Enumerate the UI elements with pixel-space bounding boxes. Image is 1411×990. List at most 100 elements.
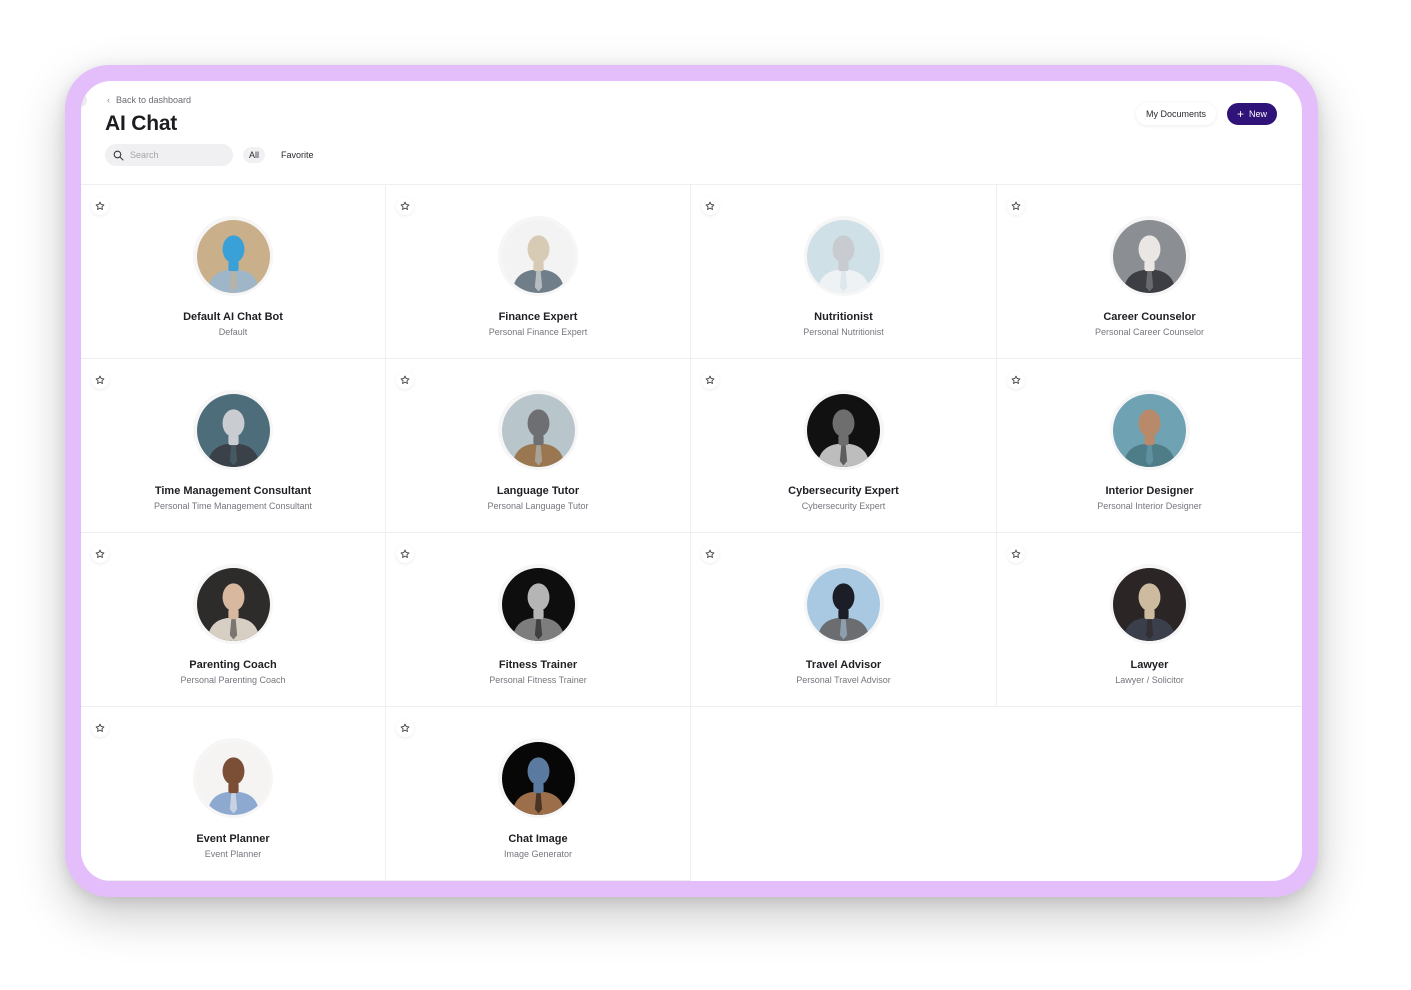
avatar <box>196 567 270 641</box>
assistant-card[interactable]: Fitness Trainer Personal Fitness Trainer <box>386 533 691 707</box>
assistant-title: Default AI Chat Bot <box>183 311 283 323</box>
assistant-subtitle: Personal Nutritionist <box>803 327 884 337</box>
assistant-card[interactable]: Interior Designer Personal Interior Desi… <box>997 359 1302 533</box>
new-button[interactable]: + New <box>1226 103 1277 125</box>
avatar-ring <box>803 390 884 470</box>
avatar-ring <box>498 390 578 470</box>
avatar <box>501 741 575 815</box>
assistant-card[interactable]: Nutritionist Personal Nutritionist <box>691 185 997 359</box>
filter-all-tab[interactable]: All <box>243 147 266 163</box>
assistant-subtitle: Default <box>218 327 248 337</box>
avatar-image <box>807 219 880 293</box>
assistant-card[interactable]: Chat Image Image Generator <box>386 707 691 881</box>
avatar-ring <box>1109 564 1190 644</box>
star-icon <box>400 375 410 384</box>
assistant-subtitle: Personal Career Counselor <box>1094 327 1205 337</box>
avatar-image <box>807 567 880 641</box>
star-icon <box>400 723 410 732</box>
avatar-ring <box>498 738 578 818</box>
assistant-card[interactable]: Travel Advisor Personal Travel Advisor <box>691 533 997 707</box>
page-title: AI Chat <box>105 112 178 135</box>
my-documents-button[interactable]: My Documents <box>1135 103 1216 125</box>
chevron-left-icon: ‹ <box>107 95 110 105</box>
avatar <box>1113 567 1186 641</box>
plus-icon: + <box>1236 107 1244 121</box>
assistant-card[interactable]: Lawyer Lawyer / Solicitor <box>997 533 1302 707</box>
search-input[interactable] <box>130 150 220 160</box>
avatar-image <box>501 741 575 815</box>
avatar-ring <box>1109 216 1190 296</box>
assistant-subtitle: Personal Language Tutor <box>487 501 589 511</box>
assistant-subtitle: Image Generator <box>503 849 573 859</box>
assistant-subtitle: Cybersecurity Expert <box>801 501 886 511</box>
assistant-subtitle: Personal Parenting Coach <box>180 675 286 685</box>
search-box[interactable] <box>105 144 233 166</box>
favorite-button[interactable] <box>91 719 109 737</box>
assistant-subtitle: Event Planner <box>204 849 262 859</box>
favorite-button[interactable] <box>91 371 109 389</box>
assistant-card[interactable]: Career Counselor Personal Career Counsel… <box>997 185 1302 359</box>
avatar-ring <box>803 564 884 644</box>
assistant-title: Travel Advisor <box>805 659 882 671</box>
avatar-image <box>196 219 270 293</box>
device-frame: ‹ Back to dashboard AI Chat All Favorite… <box>65 65 1318 897</box>
avatar-image <box>196 741 270 815</box>
avatar-image <box>807 393 880 467</box>
avatar-image <box>501 567 575 641</box>
assistant-title: Chat Image <box>508 833 568 845</box>
avatar <box>807 219 880 293</box>
new-button-label: New <box>1248 109 1267 119</box>
assistant-title: Parenting Coach <box>189 659 277 671</box>
star-icon <box>95 375 105 384</box>
assistant-title: Nutritionist <box>814 311 873 323</box>
avatar <box>501 219 575 293</box>
favorite-button[interactable] <box>91 545 109 563</box>
favorite-button[interactable] <box>396 719 414 737</box>
avatar-image <box>501 393 575 467</box>
avatar-image <box>196 567 270 641</box>
favorite-button[interactable] <box>396 545 414 563</box>
assistant-card[interactable]: Language Tutor Personal Language Tutor <box>386 359 691 533</box>
favorite-button[interactable] <box>701 545 719 563</box>
avatar-ring <box>1109 390 1190 470</box>
star-icon <box>95 201 105 210</box>
star-icon <box>95 549 105 558</box>
avatar <box>807 567 880 641</box>
assistant-card[interactable]: Finance Expert Personal Finance Expert <box>386 185 691 359</box>
favorite-button[interactable] <box>396 371 414 389</box>
favorite-button[interactable] <box>396 197 414 215</box>
avatar-ring <box>193 390 273 470</box>
favorite-button[interactable] <box>1007 371 1025 389</box>
assistant-title: Event Planner <box>196 833 270 845</box>
avatar <box>501 393 575 467</box>
assistant-subtitle: Personal Finance Expert <box>488 327 588 337</box>
favorite-button[interactable] <box>1007 545 1025 563</box>
app-screen: ‹ Back to dashboard AI Chat All Favorite… <box>81 81 1302 881</box>
assistant-card[interactable]: Default AI Chat Bot Default <box>81 185 386 359</box>
star-icon <box>400 201 410 210</box>
favorite-button[interactable] <box>1007 197 1025 215</box>
star-icon <box>400 549 410 558</box>
avatar-image <box>501 219 575 293</box>
assistant-card[interactable]: Event Planner Event Planner <box>81 707 386 881</box>
filter-favorite-tab[interactable]: Favorite <box>275 147 320 163</box>
search-icon <box>113 150 124 161</box>
favorite-button[interactable] <box>91 197 109 215</box>
assistant-title: Fitness Trainer <box>498 659 578 671</box>
avatar-ring <box>498 564 578 644</box>
favorite-button[interactable] <box>701 197 719 215</box>
assistant-card[interactable]: Cybersecurity Expert Cybersecurity Exper… <box>691 359 997 533</box>
avatar <box>807 393 880 467</box>
back-to-dashboard-link[interactable]: ‹ Back to dashboard <box>107 95 191 105</box>
assistant-title: Lawyer <box>1130 659 1169 671</box>
assistant-card[interactable]: Parenting Coach Personal Parenting Coach <box>81 533 386 707</box>
assistant-subtitle: Lawyer / Solicitor <box>1115 675 1184 685</box>
avatar-ring <box>193 216 273 296</box>
avatar <box>196 393 270 467</box>
assistant-card[interactable]: Time Management Consultant Personal Time… <box>81 359 386 533</box>
assistant-subtitle: Personal Interior Designer <box>1097 501 1202 511</box>
assistant-title: Finance Expert <box>498 311 578 323</box>
favorite-button[interactable] <box>701 371 719 389</box>
assistant-title: Career Counselor <box>1103 311 1196 323</box>
star-icon <box>1011 549 1021 558</box>
